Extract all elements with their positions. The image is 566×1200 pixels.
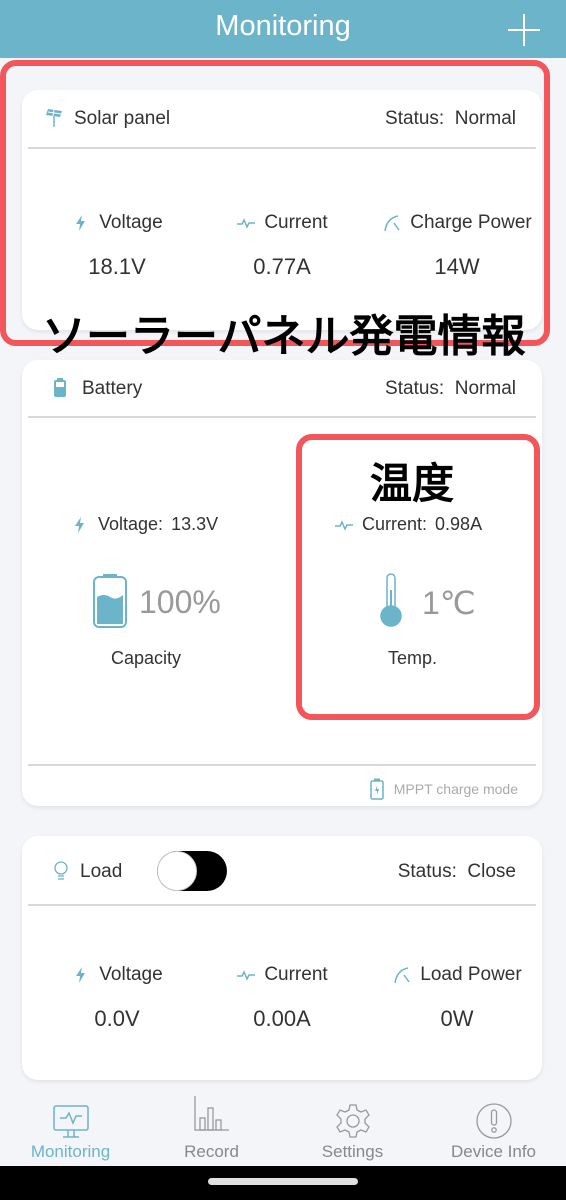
solar-status: Status: Normal <box>385 108 516 129</box>
solar-panel-icon <box>46 109 62 127</box>
nav-monitoring[interactable]: Monitoring <box>0 1090 141 1166</box>
battery-status: Status: Normal <box>385 378 516 399</box>
thermometer-icon <box>380 573 402 627</box>
load-card-title: Load <box>80 861 123 882</box>
temp-annotation-label: 温度 <box>370 459 455 508</box>
nav-device-info[interactable]: Device Info <box>423 1090 564 1166</box>
battery-capacity-value: 100% <box>139 584 221 620</box>
gauge-icon <box>384 215 400 232</box>
bar-chart-icon <box>193 1096 229 1131</box>
load-status: Status: Close <box>397 861 516 882</box>
solar-annotation-label: ソーラーパネル発電情報 <box>42 311 526 362</box>
top-bar: Monitoring <box>0 0 566 58</box>
nav-settings[interactable]: Settings <box>282 1090 423 1166</box>
bolt-icon <box>76 967 86 983</box>
battery-icon <box>54 378 66 397</box>
toggle-knob <box>157 851 197 891</box>
load-power: Load Power 0W <box>382 964 532 1032</box>
solar-card-header: Solar panel Status: Normal <box>22 90 542 148</box>
battery-current: Current: 0.98A <box>334 514 482 535</box>
solar-panel-card: Solar panel Status: Normal Voltage 18.1V… <box>22 90 542 330</box>
battery-charge-icon <box>370 778 384 800</box>
bolt-icon <box>75 516 84 533</box>
page-title: Monitoring <box>215 10 351 42</box>
charge-mode: MPPT charge mode <box>370 778 518 800</box>
pulse-icon <box>237 218 256 229</box>
nav-record[interactable]: Record <box>141 1090 282 1166</box>
home-indicator[interactable] <box>208 1178 358 1185</box>
load-toggle[interactable] <box>157 851 227 891</box>
divider <box>28 416 536 418</box>
divider <box>28 764 536 766</box>
pulse-icon <box>335 519 353 531</box>
load-card-header: Load Status: Close <box>22 836 542 906</box>
battery-voltage: Voltage: 13.3V <box>70 514 218 535</box>
plus-icon[interactable] <box>508 14 540 46</box>
bolt-icon <box>76 215 86 231</box>
monitor-icon <box>52 1105 89 1138</box>
divider <box>28 147 536 149</box>
solar-card-title: Solar panel <box>74 108 171 129</box>
battery-card-title: Battery <box>82 378 143 399</box>
load-card: Load Status: Close Voltage 0.0V Current … <box>22 836 542 1080</box>
gauge-icon <box>394 967 410 984</box>
divider <box>28 904 536 906</box>
battery-capacity-icon <box>93 574 127 628</box>
lightbulb-icon <box>54 861 68 880</box>
battery-card-header: Battery Status: Normal <box>22 360 542 418</box>
battery-card: Battery Status: Normal Voltage: 13.3V Cur… <box>22 360 542 806</box>
battery-temp-value: 1℃ <box>422 585 476 621</box>
solar-current: Current 0.77A <box>207 212 357 280</box>
bottom-nav: Monitoring Record Settings Device Info <box>0 1090 566 1166</box>
gear-icon <box>335 1104 370 1138</box>
solar-voltage: Voltage 18.1V <box>42 212 192 280</box>
solar-charge-power: Charge Power 14W <box>377 212 537 280</box>
battery-temp-label: Temp. <box>388 648 438 668</box>
system-nav-bar <box>0 1166 566 1200</box>
load-current: Current 0.00A <box>207 964 357 1032</box>
load-voltage: Voltage 0.0V <box>42 964 192 1032</box>
battery-capacity-label: Capacity <box>111 648 182 668</box>
pulse-icon <box>237 970 256 981</box>
info-icon <box>475 1103 512 1139</box>
